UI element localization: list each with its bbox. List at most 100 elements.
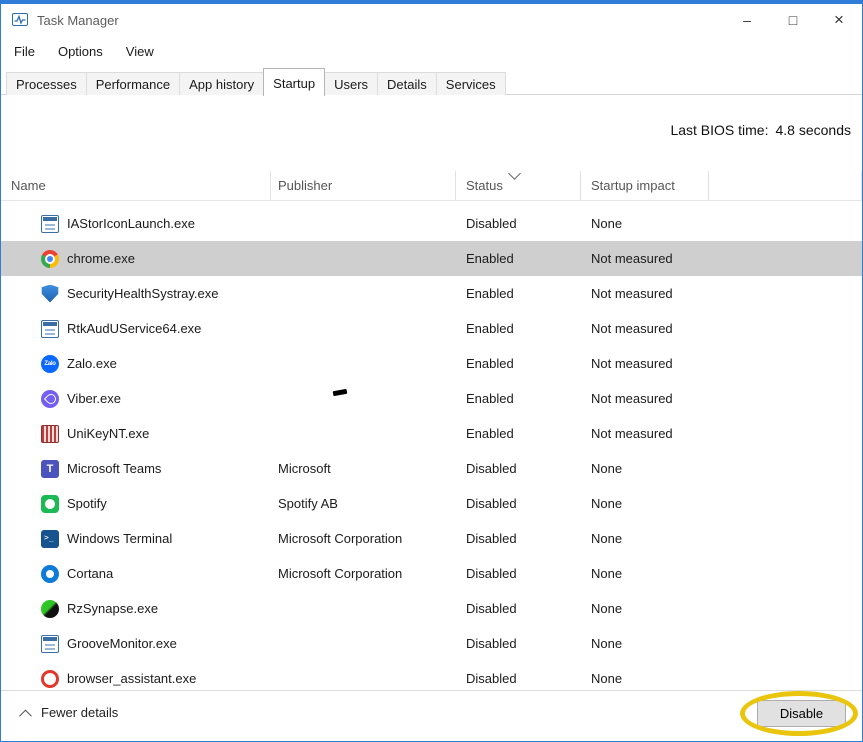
cortana-icon (41, 565, 59, 583)
chevron-up-icon (19, 709, 32, 722)
column-header-publisher[interactable]: Publisher (271, 161, 456, 200)
disable-button[interactable]: Disable (757, 700, 846, 727)
startup-row[interactable]: IAStorIconLaunch.exe DisabledNone (1, 206, 862, 241)
tab-app-history[interactable]: App history (179, 72, 264, 95)
column-header-status-label: Status (466, 178, 503, 193)
zalo-icon (41, 355, 59, 373)
row-status-cell: Enabled (456, 251, 581, 266)
row-status-cell: Disabled (456, 531, 581, 546)
column-header-name[interactable]: Name (1, 161, 271, 200)
row-impact-cell: None (581, 531, 709, 546)
startup-row[interactable]: RzSynapse.exeDisabledNone (1, 591, 862, 626)
teams-icon (41, 460, 59, 478)
row-status-cell: Enabled (456, 321, 581, 336)
startup-row[interactable]: Windows TerminalMicrosoft CorporationDis… (1, 521, 862, 556)
close-button[interactable]: × (816, 4, 862, 36)
window-controls: – □ × (724, 4, 862, 36)
column-header-startup-impact[interactable]: Startup impact (581, 161, 709, 200)
row-name-cell: Windows Terminal (1, 530, 271, 548)
row-impact-cell: None (581, 461, 709, 476)
column-header-name-label: Name (11, 178, 46, 193)
startup-row[interactable]: Microsoft TeamsMicrosoftDisabledNone (1, 451, 862, 486)
razer-icon (41, 600, 59, 618)
viber-icon (41, 390, 59, 408)
row-status-cell: Disabled (456, 636, 581, 651)
startup-row[interactable]: UniKeyNT.exeEnabledNot measured (1, 416, 862, 451)
tab-performance[interactable]: Performance (86, 72, 180, 95)
row-status-cell: Enabled (456, 391, 581, 406)
startup-row[interactable]: CortanaMicrosoft CorporationDisabledNone (1, 556, 862, 591)
table-header: Name Publisher Status Startup impact (1, 161, 862, 201)
app-name: browser_assistant.exe (67, 671, 196, 686)
app-name: GrooveMonitor.exe (67, 636, 177, 651)
tab-users[interactable]: Users (324, 72, 378, 95)
titlebar: Task Manager – □ × (1, 4, 862, 36)
row-name-cell: Viber.exe (1, 390, 271, 408)
maximize-button[interactable]: □ (770, 4, 816, 36)
fewer-details-toggle[interactable]: Fewer details (21, 705, 118, 720)
row-name-cell: Zalo.exe (1, 355, 271, 373)
row-name-cell: RtkAudUService64.exe (1, 320, 271, 338)
startup-row[interactable]: RtkAudUService64.exeEnabledNot measured (1, 311, 862, 346)
row-status-cell: Disabled (456, 216, 581, 231)
bios-label: Last BIOS time: (670, 122, 768, 138)
row-name-cell: chrome.exe (1, 250, 271, 268)
startup-table-body: IAStorIconLaunch.exeDisabledNonechrome.e… (1, 206, 862, 690)
row-impact-cell: Not measured (581, 391, 709, 406)
minimize-button[interactable]: – (724, 4, 770, 36)
row-impact-cell: Not measured (581, 251, 709, 266)
row-impact-cell: None (581, 216, 709, 231)
groove-icon (41, 635, 59, 653)
fewer-details-label: Fewer details (41, 705, 118, 720)
task-manager-window: Task Manager – □ × File Options View Pro… (0, 0, 863, 742)
column-header-filler (709, 161, 862, 200)
startup-row[interactable]: browser_assistant.exe DisabledNone (1, 661, 862, 690)
app-name: Spotify (67, 496, 107, 511)
app-name: Zalo.exe (67, 356, 117, 371)
window-title: Task Manager (37, 13, 119, 28)
startup-row[interactable]: SpotifySpotify ABDisabledNone (1, 486, 862, 521)
tab-services[interactable]: Services (436, 72, 506, 95)
rtk-icon (41, 320, 59, 338)
tab-startup[interactable]: Startup (263, 68, 325, 96)
menu-file[interactable]: File (14, 44, 35, 59)
column-header-status[interactable]: Status (456, 161, 581, 200)
app-name: SecurityHealthSystray.exe (67, 286, 219, 301)
startup-row[interactable]: GrooveMonitor.exeDisabledNone (1, 626, 862, 661)
row-name-cell: SecurityHealthSystray.exe (1, 285, 271, 303)
column-header-startup-impact-label: Startup impact (591, 178, 675, 193)
app-name: Cortana (67, 566, 113, 581)
startup-row[interactable]: SecurityHealthSystray.exeEnabledNot meas… (1, 276, 862, 311)
row-impact-cell: None (581, 496, 709, 511)
task-manager-icon (12, 12, 28, 28)
unikey-icon (41, 425, 59, 443)
chevron-down-icon (508, 167, 521, 180)
startup-row[interactable]: chrome.exe EnabledNot measured (1, 241, 862, 276)
row-name-cell: Spotify (1, 495, 271, 513)
row-impact-cell: None (581, 671, 709, 686)
row-status-cell: Enabled (456, 426, 581, 441)
terminal-icon (41, 530, 59, 548)
row-status-cell: Disabled (456, 566, 581, 581)
row-status-cell: Disabled (456, 601, 581, 616)
app-name: RtkAudUService64.exe (67, 321, 201, 336)
bios-time: Last BIOS time:4.8 seconds (670, 117, 851, 143)
tab-processes[interactable]: Processes (6, 72, 87, 95)
row-name-cell: IAStorIconLaunch.exe (1, 215, 271, 233)
menu-options[interactable]: Options (58, 44, 103, 59)
row-name-cell: browser_assistant.exe (1, 670, 271, 688)
row-name-cell: Microsoft Teams (1, 460, 271, 478)
startup-row[interactable]: Viber.exe EnabledNot measured (1, 381, 862, 416)
menu-view[interactable]: View (126, 44, 154, 59)
app-name: Microsoft Teams (67, 461, 161, 476)
row-status-cell: Enabled (456, 356, 581, 371)
row-name-cell: UniKeyNT.exe (1, 425, 271, 443)
tab-strip: ProcessesPerformanceApp historyStartupUs… (1, 67, 862, 95)
app-name: Windows Terminal (67, 531, 172, 546)
row-status-cell: Disabled (456, 671, 581, 686)
menubar: File Options View (1, 36, 862, 66)
tab-details[interactable]: Details (377, 72, 437, 95)
startup-row[interactable]: Zalo.exeEnabledNot measured (1, 346, 862, 381)
row-name-cell: RzSynapse.exe (1, 600, 271, 618)
row-impact-cell: Not measured (581, 286, 709, 301)
